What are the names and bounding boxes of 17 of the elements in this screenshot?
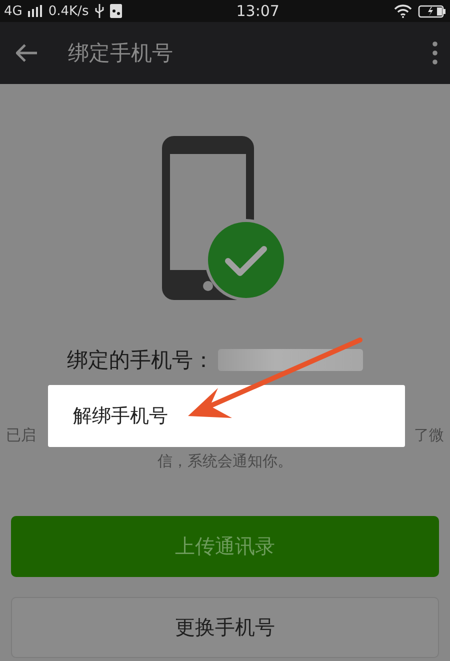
network-speed: 0.4K/s — [48, 4, 89, 18]
menu-item[interactable]: 解绑手机号 — [48, 403, 405, 429]
change-number-button[interactable]: 更换手机号 — [11, 597, 439, 658]
notice-text: 信，系统会通知你。 — [158, 451, 292, 472]
notice-text-start: 已启 — [6, 425, 36, 446]
network-type: 4G — [4, 4, 22, 18]
battery-icon — [418, 4, 446, 18]
wifi-icon — [394, 4, 412, 18]
page-title: 绑定手机号 — [68, 40, 174, 67]
notice-text-end: 了微 — [414, 425, 444, 446]
clock: 13:07 — [236, 2, 280, 20]
bound-number-label: 绑定的手机号： — [67, 347, 214, 374]
notification-icon — [110, 4, 122, 18]
signal-icon — [28, 5, 42, 17]
more-options-icon[interactable] — [432, 41, 438, 65]
back-arrow-icon[interactable] — [16, 44, 38, 62]
usb-icon — [94, 4, 104, 18]
